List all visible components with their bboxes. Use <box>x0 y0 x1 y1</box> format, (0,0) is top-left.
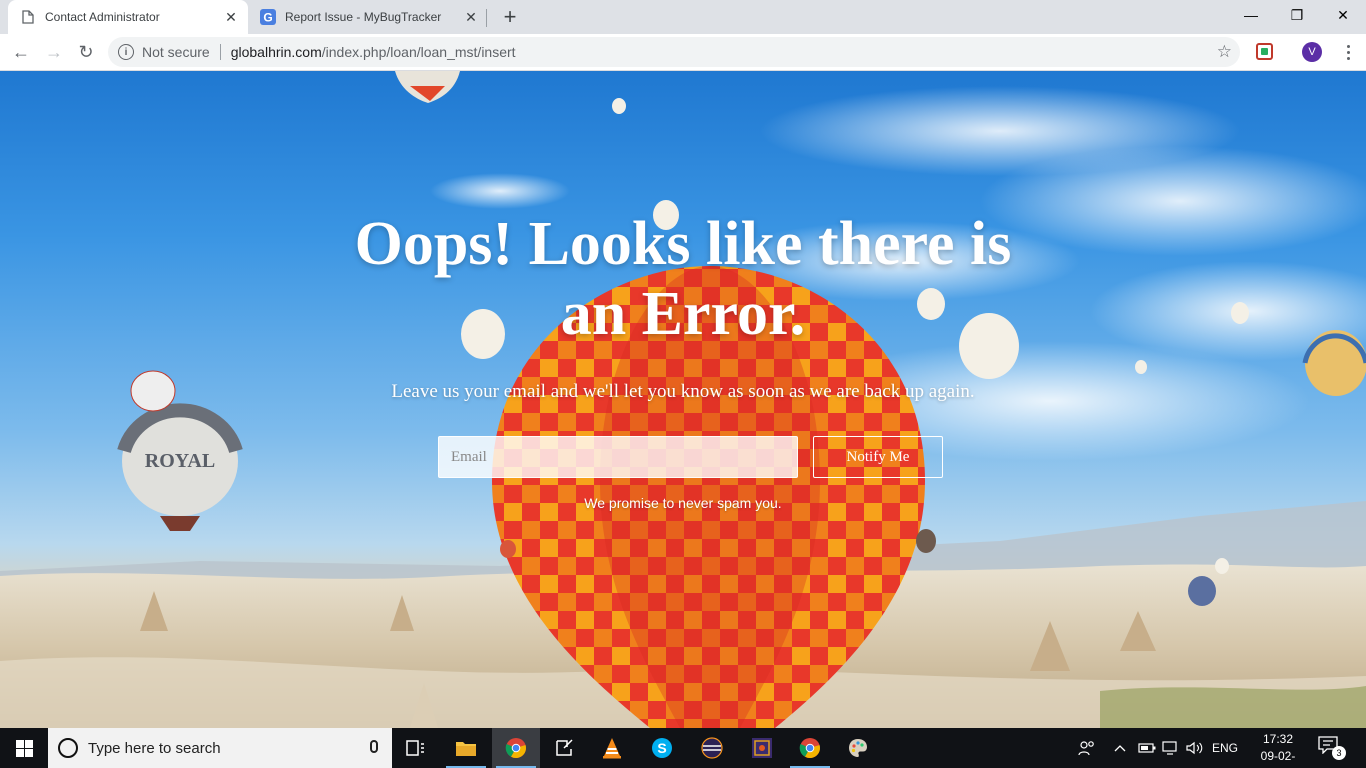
chrome-icon[interactable] <box>492 728 540 768</box>
new-tab-button[interactable]: + <box>498 4 522 29</box>
headline-line-2: an Error. <box>560 280 806 348</box>
google-g-icon: G <box>260 9 276 25</box>
minimize-button[interactable]: — <box>1228 0 1274 30</box>
task-view-icon[interactable] <box>392 728 440 768</box>
headline-line-1: Oops! Looks like there is <box>354 210 1012 278</box>
error-page: ROYAL Oops! Looks like there is an Error… <box>0 71 1366 728</box>
svg-text:S: S <box>657 740 666 756</box>
start-button[interactable] <box>0 728 48 768</box>
vlc-icon[interactable] <box>588 728 636 768</box>
security-status: Not secure <box>142 44 210 60</box>
url-path: /index.php/loan/loan_mst/insert <box>321 44 516 60</box>
chevron-up-icon[interactable] <box>1114 728 1126 768</box>
windows-taskbar: Type here to search S ENG 17:32 09-02- 3 <box>0 728 1366 768</box>
skype-icon[interactable]: S <box>638 728 686 768</box>
tab-contact-administrator[interactable]: Contact Administrator ✕ <box>8 0 248 34</box>
maximize-button[interactable]: ❐ <box>1274 0 1320 30</box>
windows-logo-icon <box>15 739 33 757</box>
chrome-icon[interactable] <box>786 728 834 768</box>
notify-me-button[interactable]: Notify Me <box>813 436 943 478</box>
info-icon[interactable]: i <box>118 44 134 60</box>
royal-balloon: ROYAL <box>117 370 243 531</box>
email-input[interactable] <box>438 436 798 478</box>
network-icon[interactable] <box>1162 728 1180 768</box>
ide-icon[interactable] <box>738 728 786 768</box>
close-window-button[interactable]: ✕ <box>1320 0 1366 30</box>
taskbar-search[interactable]: Type here to search <box>48 728 392 768</box>
tab-report-issue[interactable]: G Report Issue - MyBugTracker ✕ <box>248 0 488 34</box>
balloon-royal-label: ROYAL <box>145 450 215 472</box>
close-tab-icon[interactable]: ✕ <box>222 8 240 26</box>
notification-count-badge: 3 <box>1332 746 1346 760</box>
svg-text:G: G <box>263 11 272 25</box>
back-button[interactable]: ← <box>7 38 35 66</box>
snip-icon[interactable] <box>540 728 588 768</box>
tab-title: Report Issue - MyBugTracker <box>285 10 442 24</box>
profile-avatar[interactable]: V <box>1302 42 1322 62</box>
microphone-icon[interactable] <box>370 740 378 753</box>
language-indicator[interactable]: ENG <box>1212 728 1238 768</box>
cortana-icon <box>58 738 78 758</box>
error-headline: Oops! Looks like there is an Error. <box>283 209 1083 349</box>
tab-separator <box>486 9 487 27</box>
bookmark-star-icon[interactable]: ☆ <box>1217 42 1232 62</box>
url-domain: globalhrin.com <box>230 44 322 60</box>
document-icon <box>20 9 36 25</box>
search-placeholder: Type here to search <box>88 739 221 757</box>
reload-button[interactable]: ↻ <box>72 38 100 66</box>
paint-icon[interactable] <box>834 728 882 768</box>
people-icon[interactable] <box>1078 728 1096 768</box>
browser-toolbar: ← → ↻ i Not secure globalhrin.com/index.… <box>0 34 1366 71</box>
clock-time: 17:32 <box>1262 732 1294 746</box>
browser-menu-icon[interactable] <box>1340 42 1356 62</box>
no-spam-note: We promise to never spam you. <box>584 495 782 511</box>
notify-subtitle: Leave us your email and we'll let you kn… <box>391 381 975 402</box>
action-center-icon[interactable]: 3 <box>1318 736 1348 762</box>
tab-title: Contact Administrator <box>45 10 160 24</box>
tab-strip: Contact Administrator ✕ G Report Issue -… <box>0 0 1366 34</box>
eclipse-icon[interactable] <box>688 728 736 768</box>
file-explorer-icon[interactable] <box>442 728 490 768</box>
clock-date: 09-02-2019 <box>1260 749 1296 768</box>
extension-icon[interactable] <box>1256 43 1273 60</box>
battery-icon[interactable] <box>1138 728 1156 768</box>
close-tab-icon[interactable]: ✕ <box>462 8 480 26</box>
address-divider <box>219 44 221 60</box>
address-bar[interactable]: i Not secure globalhrin.com/index.php/lo… <box>108 37 1240 67</box>
volume-icon[interactable] <box>1186 728 1204 768</box>
forward-button[interactable]: → <box>40 38 68 66</box>
system-clock[interactable]: 17:32 09-02-2019 <box>1248 731 1308 768</box>
